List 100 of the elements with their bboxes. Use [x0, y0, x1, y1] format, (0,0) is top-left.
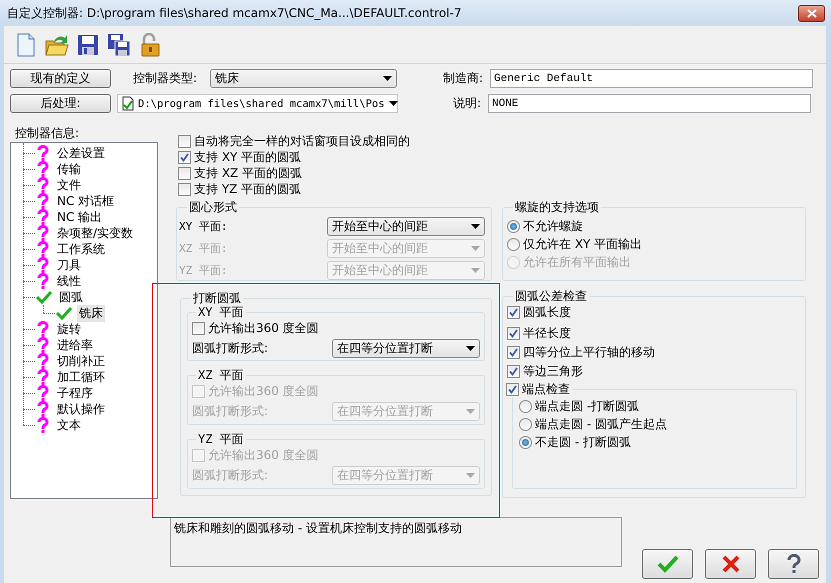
field-label: YZ 平面:: [179, 262, 228, 278]
tree-item[interactable]: 公差设置: [55, 144, 107, 162]
radio-button[interactable]: [507, 220, 520, 232]
checkbox[interactable]: [178, 134, 191, 148]
open-folder-icon: [45, 32, 69, 56]
tree-item[interactable]: 刀具: [55, 256, 83, 274]
caret-icon: [466, 472, 475, 478]
tree-item[interactable]: 线性: [55, 272, 83, 290]
field-label: XY 平面:: [179, 218, 228, 234]
tree-item[interactable]: 工作系统: [55, 240, 107, 258]
definitions-button[interactable]: 现有的定义: [10, 69, 111, 88]
close-icon: [806, 8, 816, 18]
caret-icon: [383, 76, 392, 81]
tree-item[interactable]: 铣床: [77, 304, 105, 322]
checkbox[interactable]: [507, 306, 520, 319]
checkbox-label: 允许输出360 度全圆: [208, 320, 319, 336]
checkbox-label: 四等分位上平行轴的移动: [523, 344, 655, 361]
checkbox-label: 支持 XZ 平面的圆弧: [194, 164, 302, 182]
tree-item[interactable]: 圆弧: [57, 288, 85, 306]
post-file-dropdown[interactable]: D:\program files\shared mcamx7\mill\Pos: [117, 94, 398, 113]
tree-item[interactable]: 传输: [55, 160, 83, 178]
checkbox-label: 端点检查: [522, 381, 570, 397]
checkbox-label: 支持 XY 平面的圆弧: [194, 148, 302, 166]
group-title: YZ 平面: [198, 432, 244, 446]
checkbox-label: 允许输出360 度全圆: [208, 446, 319, 464]
ok-button[interactable]: [642, 549, 693, 579]
floppy-disks-icon: [107, 32, 131, 56]
checkbox-label: 自动将完全一样的对话窗项目设成相同的: [194, 132, 410, 150]
radio-button[interactable]: [519, 400, 532, 412]
checkbox-label: 支持 YZ 平面的圆弧: [194, 180, 302, 198]
field-label: XZ 平面:: [179, 240, 228, 256]
field-label: 说明:: [452, 95, 482, 112]
close-button[interactable]: [798, 4, 825, 22]
tree-item[interactable]: 旋转: [55, 320, 83, 338]
radio-label: 不走圆 - 打断圆弧: [535, 434, 631, 450]
new-document-icon: [16, 32, 36, 56]
post-processor-button[interactable]: 后处理:: [10, 94, 111, 113]
window-title: 自定义控制器: D:\program files\shared mcamx7\CNC_Ma...\DEFAULT.control-7: [7, 4, 462, 22]
caret-icon: [471, 268, 480, 272]
group-title: 圆弧公差检查: [515, 289, 587, 303]
question-mark-icon: [786, 554, 802, 574]
field-label: 控制器类型:: [133, 70, 198, 87]
description-panel: 铣床和雕刻的圆弧移动 - 设置机床控制支持的圆弧移动: [170, 517, 622, 567]
file-check-icon: [122, 96, 134, 111]
tree-label: 控制器信息:: [15, 126, 80, 140]
padlock-icon: [139, 32, 161, 56]
check-icon: [656, 555, 678, 573]
cancel-button[interactable]: [705, 549, 756, 579]
checkbox-label: 允许输出360 度全圆: [208, 382, 319, 400]
description-field[interactable]: NONE: [488, 94, 811, 113]
tree-item[interactable]: NC 对话框: [55, 192, 116, 210]
group-title: 圆心形式: [189, 200, 237, 214]
dropdown[interactable]: 在四等分位置打断: [332, 338, 480, 358]
group-title: XZ 平面: [198, 368, 244, 382]
checkbox[interactable]: [507, 327, 520, 340]
checkbox[interactable]: [507, 365, 520, 378]
tree-item[interactable]: NC 输出: [55, 208, 104, 226]
group-title: XY 平面: [198, 305, 244, 319]
dropdown[interactable]: 开始至中心的间距: [327, 216, 485, 236]
field-label: 圆弧打断形式:: [192, 466, 268, 484]
cross-icon: [720, 554, 740, 574]
checkbox-label: 半径长度: [523, 325, 571, 342]
group-title: 螺旋的支持选项: [515, 200, 599, 214]
tree-item[interactable]: 子程序: [55, 384, 95, 402]
checkbox-label: 等边三角形: [523, 363, 583, 380]
radio-button[interactable]: [519, 418, 532, 430]
checkbox[interactable]: [507, 346, 520, 359]
field-label: 圆弧打断形式:: [192, 402, 268, 420]
checkbox[interactable]: [178, 166, 191, 180]
radio-label: 仅允许在 XY 平面输出: [523, 236, 642, 252]
checkbox[interactable]: [178, 182, 191, 196]
tree-item[interactable]: 文本: [55, 416, 83, 434]
group-title: 打断圆弧: [193, 291, 241, 305]
radio-label: 不允许螺旋: [523, 218, 583, 234]
caret-icon: [471, 246, 480, 250]
tree-item[interactable]: 文件: [55, 176, 83, 194]
manufacturer-field[interactable]: Generic Default: [490, 69, 813, 88]
help-button[interactable]: [768, 549, 819, 579]
checkbox[interactable]: [178, 150, 191, 164]
radio-button[interactable]: [507, 238, 520, 250]
controller-type-dropdown[interactable]: 铣床: [210, 69, 397, 88]
field-label: 制造商:: [442, 70, 484, 87]
radio-label: 端点走圆 - 圆弧产生起点: [535, 416, 667, 432]
radio-button[interactable]: [519, 436, 532, 448]
radio-label: 端点走圆 -打断圆弧: [535, 398, 640, 414]
checkbox[interactable]: [506, 382, 519, 396]
caret-icon: [466, 346, 475, 350]
tree-item[interactable]: 切削补正: [55, 352, 107, 370]
caret-icon: [471, 224, 480, 228]
tree-item[interactable]: 进给率: [55, 336, 95, 354]
tree-item[interactable]: 默认操作: [55, 400, 107, 418]
checkbox-label: 圆弧长度: [523, 304, 571, 321]
field-label: 圆弧打断形式:: [192, 340, 268, 356]
radio-label: 允许在所有平面输出: [523, 254, 631, 270]
checkbox[interactable]: [192, 322, 205, 334]
toolbar-button[interactable]: [107, 32, 131, 58]
tree-item[interactable]: 加工循环: [55, 368, 107, 386]
caret-icon: [388, 101, 398, 106]
tree-item[interactable]: 杂项整/实变数: [55, 224, 136, 242]
caret-icon: [466, 408, 475, 414]
